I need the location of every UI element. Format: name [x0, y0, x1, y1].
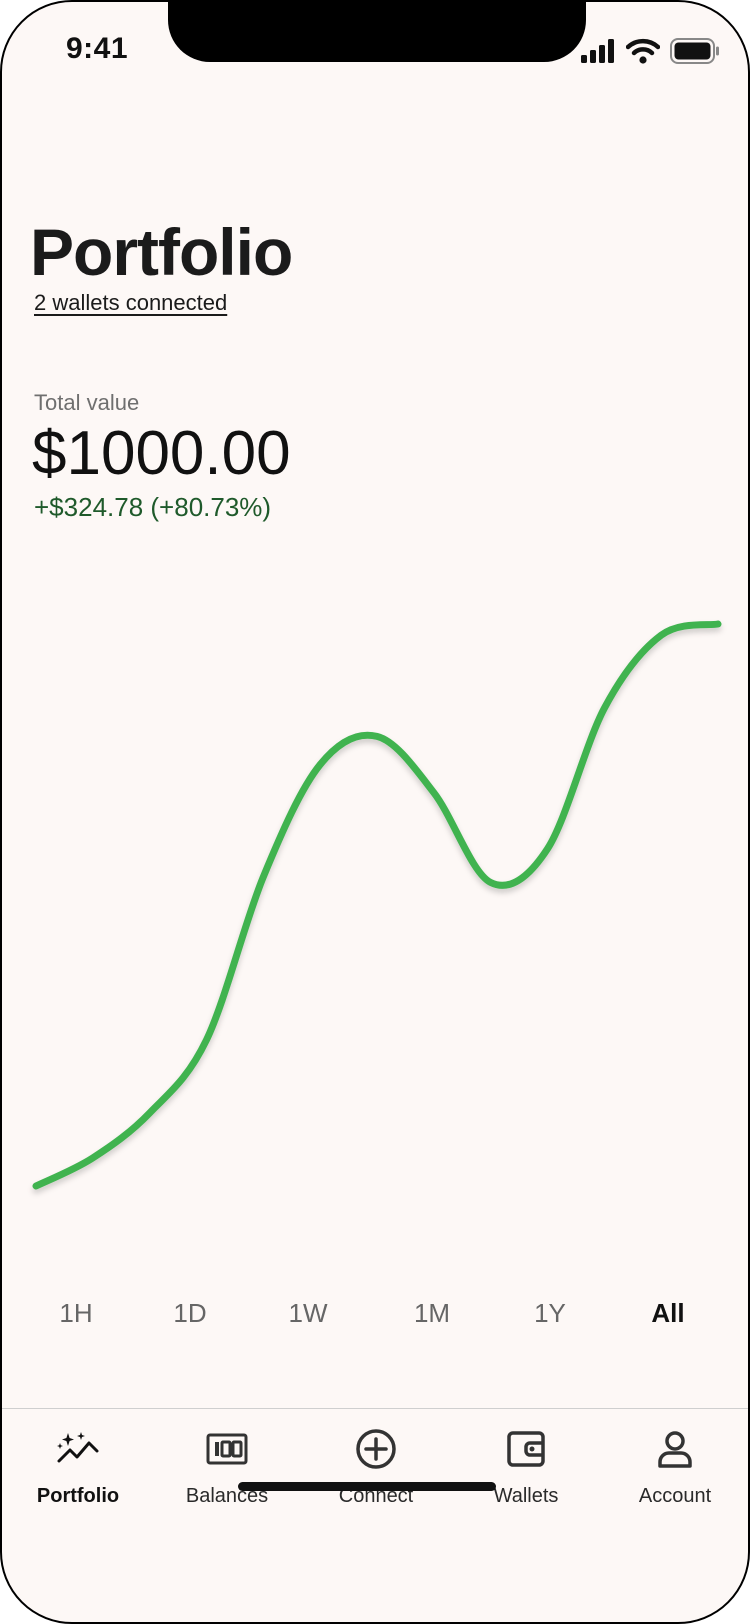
phone-screen: 9:41 Portfolio 2 wallets connected Total…	[0, 0, 750, 1624]
plus-circle-icon	[354, 1427, 398, 1471]
range-all[interactable]: All	[651, 1298, 684, 1329]
tab-label: Account	[638, 1485, 712, 1507]
status-icons	[580, 38, 720, 64]
tab-account[interactable]: Account	[605, 1427, 745, 1508]
sparkle-chart-icon	[56, 1427, 100, 1471]
page-title: Portfolio	[30, 215, 293, 289]
range-1w[interactable]: 1W	[289, 1298, 328, 1329]
home-indicator	[238, 1482, 496, 1491]
tab-balances[interactable]: Balances	[157, 1427, 297, 1508]
person-icon	[653, 1427, 697, 1471]
range-1d[interactable]: 1D	[173, 1298, 206, 1329]
time-range-selector: 1H 1D 1W 1M 1Y All	[2, 1298, 748, 1338]
battery-icon	[670, 38, 720, 64]
portfolio-chart	[32, 620, 722, 1190]
tab-portfolio[interactable]: Portfolio	[8, 1427, 148, 1508]
tab-label: Wallets	[493, 1485, 559, 1507]
tab-wallets[interactable]: Wallets	[456, 1427, 596, 1508]
tab-label: Portfolio	[36, 1485, 120, 1507]
status-time: 9:41	[66, 32, 129, 65]
total-value-amount: $1000.00	[32, 419, 291, 488]
range-1m[interactable]: 1M	[414, 1298, 450, 1329]
banknote-icon	[205, 1427, 249, 1471]
device-notch	[168, 2, 586, 62]
tab-connect[interactable]: Connect	[306, 1427, 446, 1508]
total-value-change: +$324.78 (+80.73%)	[34, 492, 272, 522]
wallet-icon	[504, 1427, 548, 1471]
range-1y[interactable]: 1Y	[534, 1298, 566, 1329]
total-value-label: Total value	[34, 390, 140, 415]
cellular-signal-icon	[580, 39, 616, 63]
chart-series-line	[32, 620, 722, 1190]
bottom-tab-bar: Portfolio Balances Connect Wallets Accou…	[2, 1408, 748, 1622]
range-1h[interactable]: 1H	[59, 1298, 92, 1329]
wifi-icon	[626, 38, 660, 64]
wallets-connected-link[interactable]: 2 wallets connected	[34, 290, 227, 316]
